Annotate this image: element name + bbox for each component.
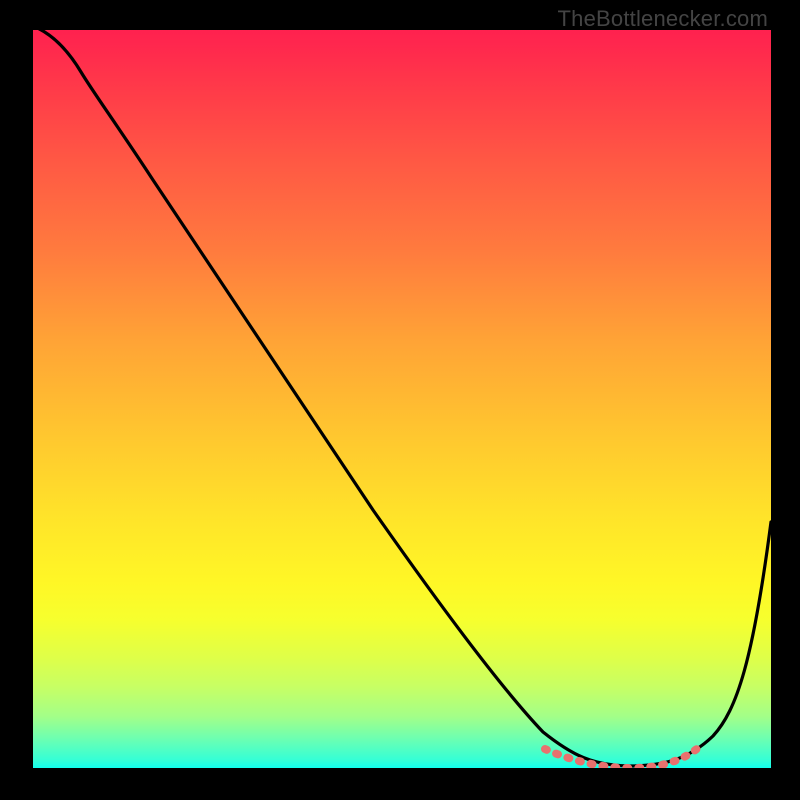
chart-frame: TheBottlenecker.com xyxy=(0,0,800,800)
curves-overlay xyxy=(33,30,771,768)
brand-watermark: TheBottlenecker.com xyxy=(558,6,768,32)
brand-label: TheBottlenecker.com xyxy=(558,6,768,31)
gradient-plot-area xyxy=(33,30,771,768)
bottleneck-curve-line xyxy=(33,30,771,766)
